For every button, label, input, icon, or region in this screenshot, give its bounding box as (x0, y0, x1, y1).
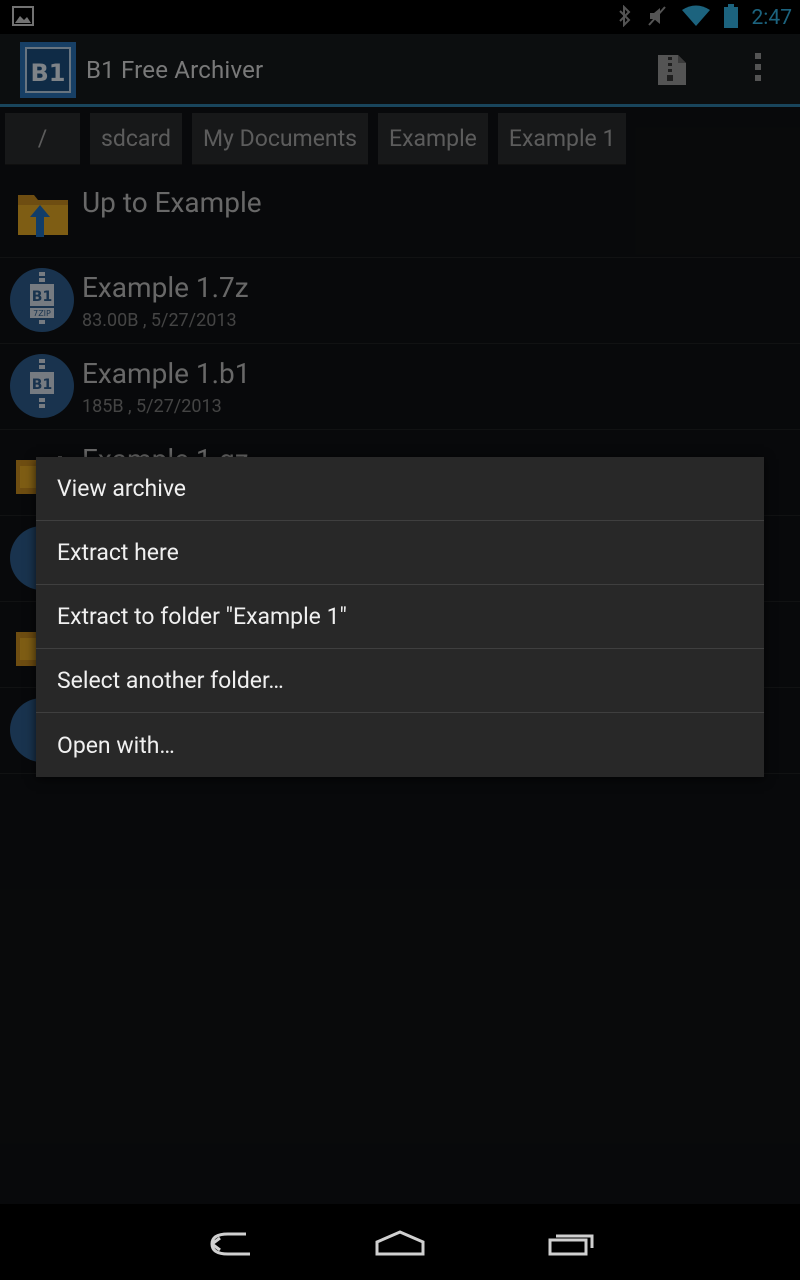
home-icon[interactable] (375, 1230, 425, 1260)
menu-item-extract-here[interactable]: Extract here (36, 521, 764, 585)
menu-item-open-with[interactable]: Open with… (36, 713, 764, 777)
menu-item-extract-to-folder[interactable]: Extract to folder "Example 1" (36, 585, 764, 649)
back-icon[interactable] (206, 1228, 254, 1260)
menu-item-view-archive[interactable]: View archive (36, 457, 764, 521)
menu-item-select-another-folder[interactable]: Select another folder… (36, 649, 764, 713)
context-menu: View archive Extract here Extract to fol… (36, 457, 764, 777)
recents-icon[interactable] (548, 1230, 596, 1260)
navigation-bar (0, 1204, 800, 1280)
